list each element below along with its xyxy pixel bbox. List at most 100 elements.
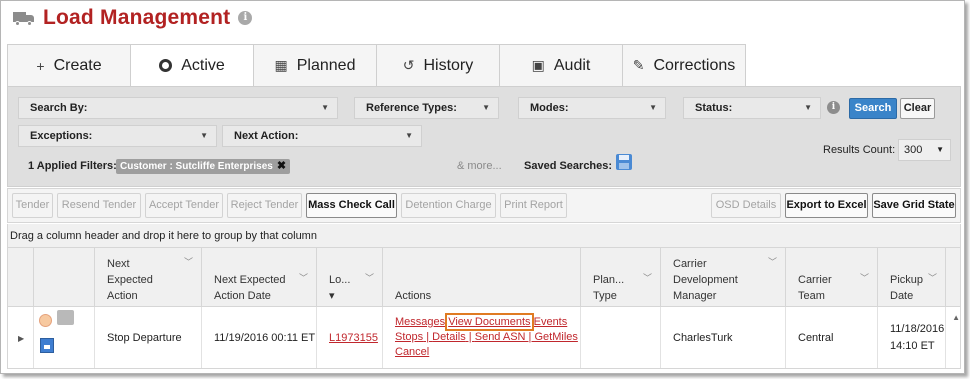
header-carrier-development-manager[interactable]: Carrier Development Manager ﹀ xyxy=(661,248,786,306)
reference-types-label: Reference Types: xyxy=(366,102,457,114)
truck-icon xyxy=(13,10,35,26)
header-pickup-date[interactable]: Pickup Date ﹀ xyxy=(878,248,946,306)
tab-label: Active xyxy=(181,56,225,74)
expand-column-header xyxy=(8,248,34,306)
header-next-expected-action-date[interactable]: Next Expected Action Date ﹀ xyxy=(202,248,317,306)
chevron-down-icon[interactable]: ﹀ xyxy=(928,270,937,286)
tab-label: Planned xyxy=(296,56,356,74)
cancel-link[interactable]: Cancel xyxy=(395,346,429,358)
load-number-link[interactable]: L1973155 xyxy=(329,332,378,344)
header-plan-type[interactable]: Plan... Type ﹀ xyxy=(581,248,661,306)
save-grid-state-button[interactable]: Save Grid State xyxy=(872,193,956,218)
tender-button[interactable]: Tender xyxy=(12,193,53,218)
messages-link[interactable]: Messages xyxy=(395,316,445,328)
view-documents-link[interactable]: View Documents xyxy=(445,313,534,331)
reference-types-dropdown[interactable]: Reference Types: ▼ xyxy=(354,97,499,119)
results-count-value: 300 xyxy=(904,144,923,156)
customer-face-icon xyxy=(39,314,52,327)
tab-bar: + Create Active ▦ Planned ↺ History ▣ Au… xyxy=(7,44,746,86)
get-miles-link[interactable]: GetMiles xyxy=(534,331,577,343)
group-by-drop-area[interactable]: Drag a column header and drop it here to… xyxy=(7,224,961,248)
chevron-down-icon[interactable]: ﹀ xyxy=(643,270,652,286)
chevron-down-icon[interactable]: ﹀ xyxy=(184,254,193,270)
events-link[interactable]: Events xyxy=(534,316,568,328)
exceptions-dropdown[interactable]: Exceptions: ▼ xyxy=(18,125,217,147)
header-line: Date xyxy=(890,290,914,302)
clear-button[interactable]: Clear xyxy=(900,98,935,119)
header-line: Type xyxy=(593,290,617,302)
chevron-down-icon: ▼ xyxy=(936,145,944,154)
cell-carrier-development-manager: CharlesTurk xyxy=(661,307,786,368)
applied-filter-chip[interactable]: Customer : Sutcliffe Enterprises ✖ xyxy=(116,159,291,174)
reject-tender-button[interactable]: Reject Tender xyxy=(227,193,302,218)
search-button[interactable]: Search xyxy=(849,98,897,119)
tab-corrections[interactable]: ✎ Corrections xyxy=(622,44,746,86)
page-header: Load Management i xyxy=(13,5,253,31)
tab-create[interactable]: + Create xyxy=(7,44,131,86)
save-icon[interactable] xyxy=(616,154,632,170)
calculator-icon[interactable] xyxy=(40,338,54,353)
status-dropdown[interactable]: Status: ▼ xyxy=(683,97,821,119)
send-asn-link[interactable]: Send ASN xyxy=(475,331,526,343)
next-action-dropdown[interactable]: Next Action: ▼ xyxy=(222,125,422,147)
circle-icon xyxy=(159,59,173,72)
tab-planned[interactable]: ▦ Planned xyxy=(253,44,377,86)
chip-label: Customer : Sutcliffe Enterprises xyxy=(120,161,273,172)
resend-tender-button[interactable]: Resend Tender xyxy=(57,193,141,218)
export-to-excel-button[interactable]: Export to Excel xyxy=(785,193,868,218)
status-info-icon[interactable]: i xyxy=(827,101,840,114)
pencil-icon: ✎ xyxy=(632,57,645,73)
search-by-dropdown[interactable]: Search By: ▼ xyxy=(18,97,338,119)
header-load[interactable]: Lo... ▾ ﹀ xyxy=(317,248,383,306)
pickup-date-line: 14:10 ET xyxy=(890,339,935,352)
tab-history[interactable]: ↺ History xyxy=(376,44,500,86)
scroll-up-icon[interactable]: ▲ xyxy=(952,313,960,322)
chevron-down-icon[interactable]: ﹀ xyxy=(860,270,869,286)
detention-charge-button[interactable]: Detention Charge xyxy=(401,193,496,218)
more-filters-link[interactable]: & more... xyxy=(457,160,502,172)
clipboard-icon: ▣ xyxy=(531,57,545,73)
header-line: Action xyxy=(107,290,138,302)
tab-active[interactable]: Active xyxy=(130,44,254,86)
modes-dropdown[interactable]: Modes: ▼ xyxy=(518,97,666,119)
header-next-expected-action[interactable]: Next Expected Action ﹀ xyxy=(95,248,202,306)
tab-audit[interactable]: ▣ Audit xyxy=(499,44,623,86)
saved-searches-label: Saved Searches: xyxy=(524,160,613,172)
header-line: Action Date xyxy=(214,290,271,302)
close-icon[interactable]: ✖ xyxy=(277,160,286,172)
page-title: Load Management xyxy=(43,6,231,29)
history-icon: ↺ xyxy=(402,57,415,73)
osd-details-button[interactable]: OSD Details xyxy=(711,193,781,218)
cell-next-expected-action-date: 11/19/2016 00:11 ET xyxy=(202,307,317,368)
truck-status-icon xyxy=(57,310,74,325)
details-link[interactable]: Details xyxy=(432,331,466,343)
grid-header-row: Next Expected Action ﹀ Next Expected Act… xyxy=(7,248,961,307)
chevron-down-icon[interactable]: ﹀ xyxy=(365,270,374,286)
chevron-down-icon: ▼ xyxy=(482,103,490,112)
print-report-button[interactable]: Print Report xyxy=(500,193,567,218)
tab-label: Create xyxy=(53,56,102,74)
results-count-label: Results Count: xyxy=(823,144,896,156)
chevron-down-icon: ▼ xyxy=(200,131,208,140)
stops-link[interactable]: Stops xyxy=(395,331,423,343)
filter-panel: Search By: ▼ Reference Types: ▼ Modes: ▼… xyxy=(7,86,961,187)
tab-label: Audit xyxy=(553,56,591,74)
next-action-label: Next Action: xyxy=(234,130,299,142)
cell-load: L1973155 xyxy=(317,307,383,368)
accept-tender-button[interactable]: Accept Tender xyxy=(145,193,223,218)
cell-carrier-team: Central xyxy=(786,307,878,368)
modes-label: Modes: xyxy=(530,102,569,114)
header-line: Actions xyxy=(395,290,432,302)
info-icon[interactable]: i xyxy=(238,11,253,25)
expand-row-icon[interactable]: ▶ xyxy=(18,334,24,343)
calendar-icon: ▦ xyxy=(274,57,288,73)
header-actions[interactable]: Actions xyxy=(383,248,581,306)
chevron-down-icon[interactable]: ﹀ xyxy=(768,254,777,270)
mass-check-call-button[interactable]: Mass Check Call xyxy=(306,193,397,218)
tab-label: History xyxy=(423,56,474,74)
header-carrier-team[interactable]: Carrier Team ﹀ xyxy=(786,248,878,306)
results-count-select[interactable]: 300 ▼ xyxy=(898,139,951,161)
chevron-down-icon[interactable]: ﹀ xyxy=(299,270,308,286)
grid-toolbar: Tender Resend Tender Accept Tender Rejec… xyxy=(7,188,961,223)
table-row[interactable]: Stop Departure 11/19/2016 00:11 ET L1973… xyxy=(7,307,961,369)
